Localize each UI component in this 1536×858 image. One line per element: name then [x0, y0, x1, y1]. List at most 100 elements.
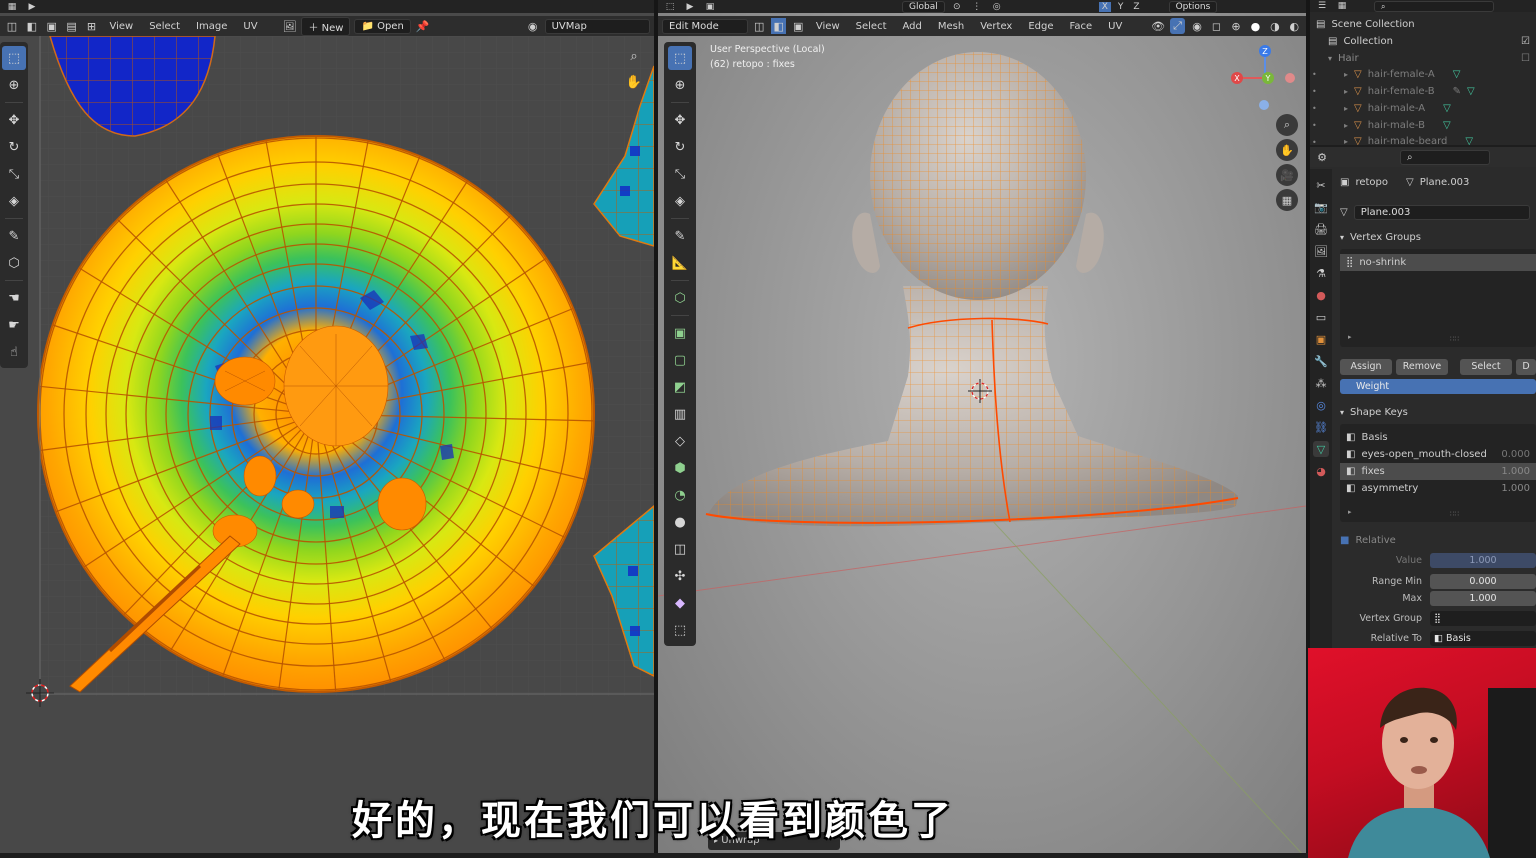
tool-shrink-fatten[interactable]: ✣: [668, 564, 692, 588]
select-mode-icon[interactable]: ▶: [24, 0, 40, 13]
tool-loop-cut[interactable]: ▥: [668, 402, 692, 426]
vertex-mode-icon[interactable]: ◫: [752, 18, 767, 34]
tool-spin[interactable]: ◔: [668, 483, 692, 507]
uv-tool-rip[interactable]: ⬡: [2, 251, 26, 275]
new-image-button[interactable]: ＋ New: [301, 16, 351, 36]
vertex-select-icon[interactable]: ◫: [4, 18, 20, 34]
snap-icon[interactable]: ⋮: [969, 0, 985, 13]
expand-chevron-icon[interactable]: ▸: [1344, 70, 1348, 79]
open-image-button[interactable]: 📁 Open: [354, 18, 411, 34]
shading-wire-icon[interactable]: ⊕: [1228, 18, 1243, 34]
tool-inset[interactable]: ▢: [668, 348, 692, 372]
overlay-toggle-icon[interactable]: ◉: [1189, 18, 1204, 34]
outliner-collection[interactable]: ▤ Collection ☑: [1310, 33, 1536, 50]
uv-tool-relax[interactable]: ☛: [2, 313, 26, 337]
shading-solid-icon[interactable]: ●: [1248, 18, 1263, 34]
tool-add-cube[interactable]: ⬡: [668, 286, 692, 310]
uv-menu-select[interactable]: Select: [143, 19, 186, 34]
assign-button[interactable]: Assign: [1340, 359, 1392, 375]
uv-tool-annotate[interactable]: ✎: [2, 224, 26, 248]
outliner-item[interactable]: ▸ ▽ hair-male-B ▽: [1310, 117, 1536, 134]
tool-select-box[interactable]: ⬚: [668, 46, 692, 70]
view-layer-tab-icon[interactable]: 🖼: [1313, 243, 1329, 259]
tool-shear[interactable]: ◆: [668, 591, 692, 615]
shading-render-icon[interactable]: ◐: [1287, 18, 1302, 34]
checkbox-icon[interactable]: ☑: [1521, 36, 1530, 47]
outliner-editor-icon[interactable]: ☰: [1314, 0, 1330, 12]
uv-tool-transform[interactable]: ◈: [2, 189, 26, 213]
pin-icon[interactable]: 📌: [415, 18, 431, 34]
uv-tool-select[interactable]: ⬚: [2, 46, 26, 70]
camera-icon[interactable]: 🎥: [1276, 164, 1298, 186]
shading-material-icon[interactable]: ◑: [1267, 18, 1282, 34]
shape-key-item[interactable]: ◧ Basis: [1340, 429, 1536, 446]
expand-chevron-icon[interactable]: ▸: [1344, 137, 1348, 145]
particles-tab-icon[interactable]: ⁂: [1313, 375, 1329, 391]
face-mode-icon[interactable]: ▣: [790, 18, 805, 34]
tool-move[interactable]: ✥: [668, 108, 692, 132]
uv-tool-cursor[interactable]: ⊕: [2, 73, 26, 97]
select-box-icon[interactable]: ▶: [682, 0, 698, 13]
outliner-search-field[interactable]: ⌕: [1374, 0, 1494, 12]
tool-poly-build[interactable]: ⬢: [668, 456, 692, 480]
tool-measure[interactable]: 📐: [668, 251, 692, 275]
uv-canvas[interactable]: [0, 36, 654, 858]
shape-key-value[interactable]: 0.000: [1501, 449, 1530, 460]
remove-button[interactable]: Remove: [1396, 359, 1448, 375]
mesh-data-icon[interactable]: ▽: [1340, 207, 1348, 218]
uv-menu-uv[interactable]: UV: [237, 19, 263, 34]
relative-checkbox-row[interactable]: ■ Relative: [1334, 532, 1536, 549]
tool-rotate[interactable]: ↻: [668, 135, 692, 159]
visibility-icon[interactable]: 👁: [1150, 18, 1165, 34]
face-select-icon[interactable]: ▣: [44, 18, 60, 34]
tool-transform[interactable]: ◈: [668, 189, 692, 213]
properties-editor-icon[interactable]: ⚙: [1314, 149, 1330, 165]
relative-to-field[interactable]: ◧ Basis: [1430, 631, 1536, 646]
vertex-group-field[interactable]: ⣿: [1430, 611, 1536, 626]
overlay-icon[interactable]: ◉: [525, 18, 541, 34]
value-field[interactable]: 1.000: [1430, 553, 1536, 568]
vp-menu-mesh[interactable]: Mesh: [932, 19, 970, 34]
vp-menu-vertex[interactable]: Vertex: [974, 19, 1018, 34]
mirror-x-toggle[interactable]: X: [1098, 1, 1111, 12]
shape-key-value[interactable]: 1.000: [1501, 483, 1530, 494]
orientation-dropdown[interactable]: Global: [902, 0, 945, 13]
shape-keys-panel-header[interactable]: ▾ Shape Keys: [1334, 404, 1536, 421]
tool-edge-slide[interactable]: ◫: [668, 537, 692, 561]
tool-knife[interactable]: ◇: [668, 429, 692, 453]
checkbox-icon[interactable]: ☐: [1521, 53, 1530, 64]
data-tab-icon[interactable]: ▽: [1313, 441, 1329, 457]
vp-menu-uv[interactable]: UV: [1102, 19, 1128, 34]
uv-tool-grab[interactable]: ☚: [2, 286, 26, 310]
physics-tab-icon[interactable]: ◎: [1313, 397, 1329, 413]
navigation-gizmo[interactable]: Z X Y: [1228, 40, 1302, 114]
tool-scale[interactable]: ⤡: [668, 162, 692, 186]
properties-search-field[interactable]: ⌕: [1400, 149, 1490, 165]
image-browse-icon[interactable]: 🖼: [282, 18, 298, 34]
edge-mode-icon[interactable]: ◧: [770, 18, 787, 34]
uv-tool-rotate[interactable]: ↻: [2, 135, 26, 159]
select-mode-icon[interactable]: ▣: [702, 0, 718, 13]
expand-chevron-icon[interactable]: ▸: [1344, 104, 1348, 113]
uv-pan-icon[interactable]: ✋: [624, 72, 644, 92]
island-select-icon[interactable]: ▤: [64, 18, 80, 34]
shape-key-item[interactable]: ◧ fixes 1.000: [1340, 463, 1536, 480]
deselect-button[interactable]: D: [1516, 359, 1536, 375]
modifier-tab-icon[interactable]: 🔧: [1313, 353, 1329, 369]
vp-menu-view[interactable]: View: [810, 19, 846, 34]
expand-chevron-icon[interactable]: ▸: [1344, 121, 1348, 130]
list-resize-handle[interactable]: ∷∷: [1450, 335, 1459, 343]
tool-annotate[interactable]: ✎: [668, 224, 692, 248]
pivot-icon[interactable]: ⊙: [949, 0, 965, 13]
mirror-y-toggle[interactable]: Y: [1115, 2, 1127, 12]
outliner-item[interactable]: ▸ ▽ hair-female-A ▽: [1310, 66, 1536, 83]
ortho-grid-icon[interactable]: ▦: [1276, 189, 1298, 211]
list-resize-handle[interactable]: ∷∷: [1450, 510, 1459, 518]
select-button[interactable]: Select: [1460, 359, 1512, 375]
checkbox-icon[interactable]: ■: [1340, 535, 1349, 546]
zoom-icon[interactable]: ⌕: [1276, 114, 1298, 136]
editor-type-icon[interactable]: ▦: [4, 0, 20, 13]
pan-icon[interactable]: ✋: [1276, 139, 1298, 161]
constraints-tab-icon[interactable]: ⛓: [1313, 419, 1329, 435]
mode-dropdown[interactable]: Edit Mode: [662, 18, 748, 34]
